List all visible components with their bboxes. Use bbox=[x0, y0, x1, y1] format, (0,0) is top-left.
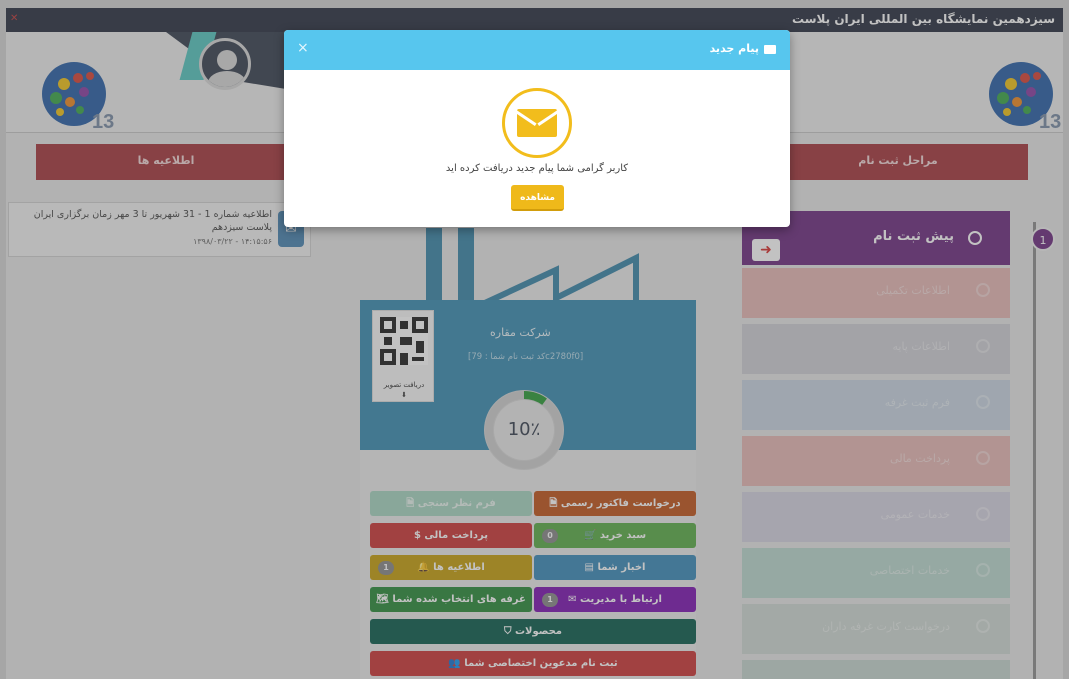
modal-header: × پیام جدید bbox=[284, 30, 790, 70]
mail-icon bbox=[502, 88, 572, 158]
envelope-icon bbox=[764, 44, 776, 54]
view-button[interactable]: مشاهده bbox=[511, 185, 564, 211]
modal-title: پیام جدید bbox=[710, 42, 776, 55]
modal-message: کاربر گرامی شما پیام جدید دریافت کرده ای… bbox=[445, 163, 629, 174]
close-icon[interactable]: × bbox=[297, 40, 309, 56]
new-message-modal: × پیام جدید کاربر گرامی شما پیام جدید در… bbox=[284, 30, 790, 227]
mail-envelope bbox=[517, 109, 557, 137]
